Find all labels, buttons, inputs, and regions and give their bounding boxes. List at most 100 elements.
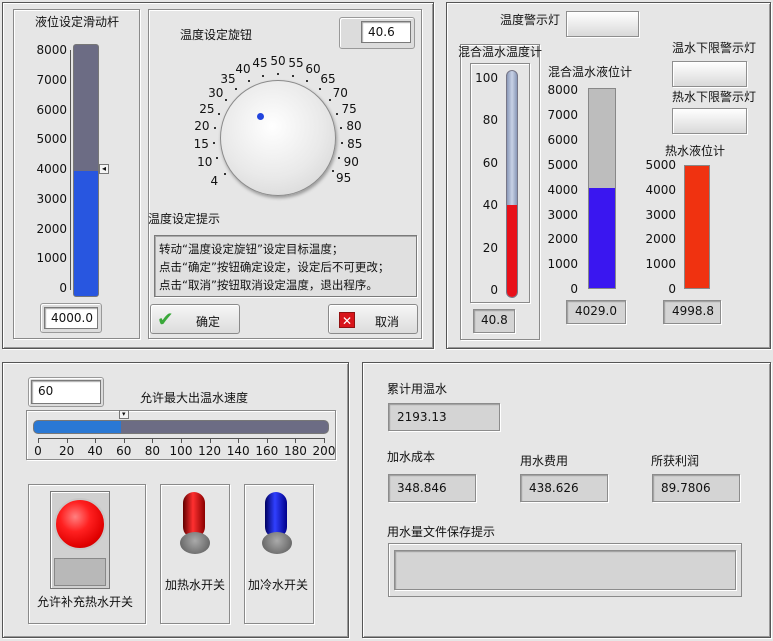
temp-knob-tick-mark [235,88,238,91]
mix-level-value: 4029.0 [566,300,626,324]
hot-level-tick: 4000 [645,182,676,197]
temp-knob-tick: 25 [199,101,215,116]
mix-level-tick: 0 [570,282,578,297]
speed-tick-mark [123,438,125,443]
mix-level-tick: 4000 [547,182,578,197]
mix-level-tick: 8000 [547,83,578,97]
speed-tick-label: 160 [255,444,279,458]
temp-knob-tick: 20 [194,118,210,133]
speed-tick-label: 200 [312,444,336,458]
level-slider-fill [74,170,98,296]
temp-knob-tick-mark [262,74,265,77]
hot-level-fill [685,166,709,288]
speed-tick-mark [266,438,268,443]
level-slider-tick: 7000 [36,72,67,87]
ok-button[interactable]: ✔ 确定 [150,304,240,334]
mix-thermo-tick: 100 [475,71,498,85]
save-hint-value [394,550,736,590]
level-slider-tick: 5000 [36,132,67,147]
mix-thermo-scale-panel [470,63,530,303]
warm-low-alarm-lamp [672,61,747,87]
save-hint-frame [388,543,742,597]
mix-thermo-fill [507,204,517,297]
temp-alarm-label: 温度警示灯 [500,13,561,27]
speed-slider-fill [34,421,121,433]
temp-knob-tick-mark [306,79,309,82]
temp-knob-tick-mark [340,142,343,145]
save-hint-label: 用水量文件保存提示 [387,525,496,539]
temp-knob-tick-mark [224,172,227,175]
level-slider-tick: 1000 [36,251,67,266]
hot-toggle-switch[interactable] [180,492,210,558]
temp-knob-tick-mark [213,142,216,145]
cost-value: 348.846 [388,474,476,502]
speed-label: 允许最大出温水速度 [140,391,249,405]
temp-knob-tick: 70 [332,85,348,100]
temp-knob-label: 温度设定旋钮 [180,28,253,42]
cold-toggle-base [262,532,292,554]
level-slider-tick: 8000 [36,43,67,57]
speed-tick-mark [209,438,211,443]
hot-level-tick: 0 [668,282,676,296]
speed-tick-mark [95,438,97,443]
temp-knob-tick-mark [225,99,228,102]
speed-tick-label: 100 [169,444,193,458]
mix-thermo-tick: 60 [482,155,498,170]
cancel-button-label: 取消 [375,315,400,329]
cold-toggle-switch[interactable] [262,492,292,558]
temp-knob-tick-mark [216,156,219,159]
temp-knob-tick: 15 [193,137,209,152]
mix-level-tick: 5000 [547,157,578,172]
mix-level-tick: 3000 [547,207,578,222]
mix-thermo-tick: 40 [482,198,498,213]
total-water-label: 累计用温水 [387,382,448,396]
mix-level-tank [588,88,616,289]
temp-knob-tick-mark [328,99,331,102]
speed-value-input[interactable]: 60 [31,380,101,404]
mix-thermo-value: 40.8 [473,309,515,333]
speed-tick-label: 60 [116,444,132,458]
profit-value: 89.7806 [652,474,740,502]
warm-low-alarm-label: 温水下限警示灯 [672,41,757,55]
temp-knob-tick-mark [217,112,220,115]
temp-knob-tick: 90 [343,154,359,169]
temp-knob-tick: 80 [346,118,362,133]
mix-level-label: 混合温水液位计 [548,65,633,79]
speed-slider-track[interactable] [33,420,329,434]
cancel-button[interactable]: ✕ 取消 [328,304,418,334]
speed-tick-label: 180 [283,444,307,458]
hot-level-label: 热水液位计 [665,144,726,158]
temp-knob-value-input[interactable]: 40.6 [361,21,411,43]
hot-level-tank [684,165,710,289]
temp-knob-tick: 10 [197,154,213,169]
temp-hint-label: 温度设定提示 [148,212,221,226]
mix-level-tick: 2000 [547,232,578,247]
mix-thermo-label: 混合温水温度计 [458,45,543,59]
level-slider-tick: 6000 [36,102,67,117]
temp-knob-tick-mark [277,73,279,75]
temp-knob-indicator [257,113,264,120]
temp-knob-tick: 85 [347,137,363,152]
temp-hint-line-1: 转动“温度设定旋钮”设定目标温度； [159,242,344,256]
level-slider-thumb[interactable]: ◂ [99,164,109,174]
fee-value: 438.626 [520,474,608,502]
speed-tick-mark [238,438,240,443]
level-slider-tick: 3000 [36,191,67,206]
close-icon: ✕ [339,312,355,328]
speed-slider-thumb[interactable]: ▾ [118,410,129,419]
speed-tick-label: 20 [58,444,75,458]
temp-knob-tick: 30 [208,85,224,100]
mix-thermo-tube [506,70,518,298]
level-slider-track[interactable] [73,44,99,297]
refill-indicator-lamp [54,498,106,550]
speed-tick-label: 140 [226,444,250,458]
level-slider-label: 液位设定滑动杆 [35,15,120,29]
temp-knob[interactable] [220,80,336,196]
hot-level-value: 4998.8 [663,300,721,324]
level-value-input[interactable]: 4000.0 [44,307,98,329]
temp-knob-tick-mark [340,126,343,129]
speed-tick-mark [324,438,325,443]
hot-switch-label: 加热水开关 [165,578,226,592]
refill-button-frame[interactable] [50,491,110,589]
hot-level-tick: 1000 [645,257,676,272]
